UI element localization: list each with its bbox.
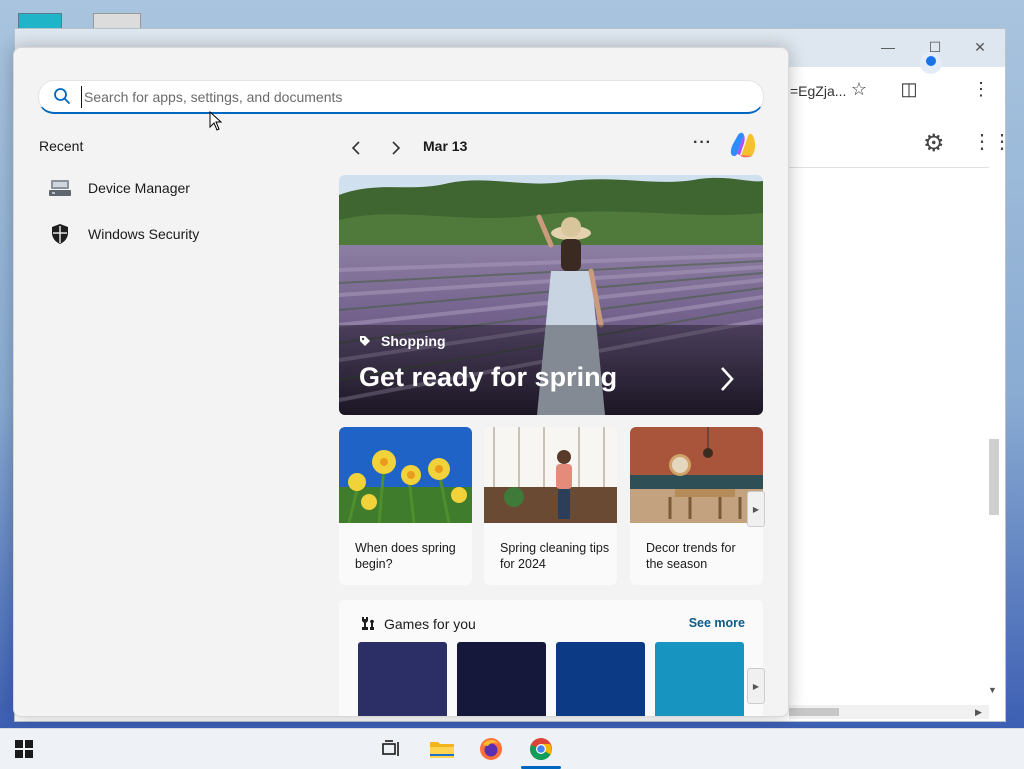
story-caption: Decor trends for the season bbox=[646, 541, 736, 571]
vertical-scrollbar[interactable] bbox=[989, 439, 999, 515]
firefox-icon bbox=[480, 738, 502, 760]
firefox-button[interactable] bbox=[473, 735, 509, 763]
chrome-button[interactable] bbox=[523, 735, 559, 763]
windows-logo-icon bbox=[15, 740, 33, 758]
recent-item-windows-security[interactable]: Windows Security bbox=[38, 216, 308, 252]
scroll-down-icon[interactable]: ▼ bbox=[988, 685, 997, 695]
bookmark-star-icon[interactable]: ☆ bbox=[845, 79, 873, 100]
profile-avatar-icon[interactable] bbox=[920, 52, 942, 74]
spring-cleaning-image bbox=[484, 427, 617, 523]
more-options-icon[interactable]: ··· bbox=[693, 134, 712, 152]
story-card[interactable]: Decor trends for the season bbox=[630, 427, 763, 585]
story-caption: When does spring begin? bbox=[355, 541, 456, 571]
story-card[interactable]: Spring cleaning tips for 2024 bbox=[484, 427, 617, 585]
search-icon bbox=[54, 88, 70, 104]
start-menu: Recent Device Manager Windows Security M… bbox=[13, 47, 789, 717]
start-button[interactable] bbox=[6, 735, 42, 763]
game-tile[interactable] bbox=[556, 642, 645, 716]
minimize-icon[interactable]: — bbox=[873, 39, 903, 55]
divider bbox=[789, 167, 989, 168]
daffodils-image bbox=[339, 427, 472, 524]
windows-security-icon bbox=[46, 222, 74, 246]
widgets-date: Mar 13 bbox=[423, 138, 468, 154]
games-section: Games for you See more bbox=[339, 600, 763, 716]
game-pieces-icon bbox=[362, 617, 374, 630]
chevron-right-icon[interactable] bbox=[717, 365, 737, 393]
apps-grid-icon[interactable]: ⋮⋮ bbox=[972, 129, 1012, 154]
hero-category: Shopping bbox=[359, 333, 446, 349]
scroll-right-icon[interactable]: ▶ bbox=[747, 491, 765, 527]
horizontal-scrollbar[interactable] bbox=[789, 705, 989, 719]
settings-gear-icon[interactable]: ⚙ bbox=[923, 129, 945, 158]
file-explorer-button[interactable] bbox=[424, 735, 460, 763]
game-tile[interactable] bbox=[655, 642, 744, 716]
previous-arrow-icon[interactable] bbox=[344, 136, 368, 160]
mouse-cursor-icon bbox=[209, 111, 223, 131]
search-box[interactable] bbox=[38, 80, 764, 114]
search-input[interactable] bbox=[81, 86, 746, 108]
decor-image bbox=[630, 427, 763, 523]
scroll-right-icon[interactable]: ▶ bbox=[975, 707, 982, 718]
recent-heading: Recent bbox=[39, 138, 84, 154]
next-arrow-icon[interactable] bbox=[384, 136, 408, 160]
chrome-icon bbox=[530, 738, 552, 760]
games-title: Games for you bbox=[384, 616, 476, 632]
task-view-button[interactable] bbox=[374, 735, 410, 763]
story-caption: Spring cleaning tips for 2024 bbox=[500, 541, 610, 571]
game-tile[interactable] bbox=[457, 642, 546, 716]
folder-icon bbox=[430, 742, 454, 758]
taskbar bbox=[0, 728, 1024, 769]
close-icon[interactable]: ✕ bbox=[965, 39, 995, 56]
hero-title: Get ready for spring bbox=[359, 362, 618, 392]
address-bar-text[interactable]: =EgZja... bbox=[790, 83, 846, 99]
scroll-right-icon[interactable]: ▶ bbox=[747, 668, 765, 704]
device-manager-icon bbox=[46, 176, 74, 200]
tag-icon bbox=[360, 336, 370, 346]
chrome-menu-icon[interactable]: ⋮ bbox=[967, 79, 995, 100]
hero-category-label: Shopping bbox=[381, 333, 446, 349]
hero-story-card[interactable]: Shopping Get ready for spring bbox=[339, 175, 763, 415]
side-panel-icon[interactable]: ◫ bbox=[895, 79, 923, 100]
game-tile[interactable] bbox=[358, 642, 447, 716]
task-view-icon bbox=[382, 740, 399, 756]
recent-item-label: Device Manager bbox=[88, 180, 190, 196]
recent-item-device-manager[interactable]: Device Manager bbox=[38, 170, 308, 206]
copilot-icon[interactable] bbox=[728, 130, 758, 160]
story-card[interactable]: When does spring begin? bbox=[339, 427, 472, 585]
recent-item-label: Windows Security bbox=[88, 226, 200, 242]
see-more-link[interactable]: See more bbox=[689, 616, 745, 630]
